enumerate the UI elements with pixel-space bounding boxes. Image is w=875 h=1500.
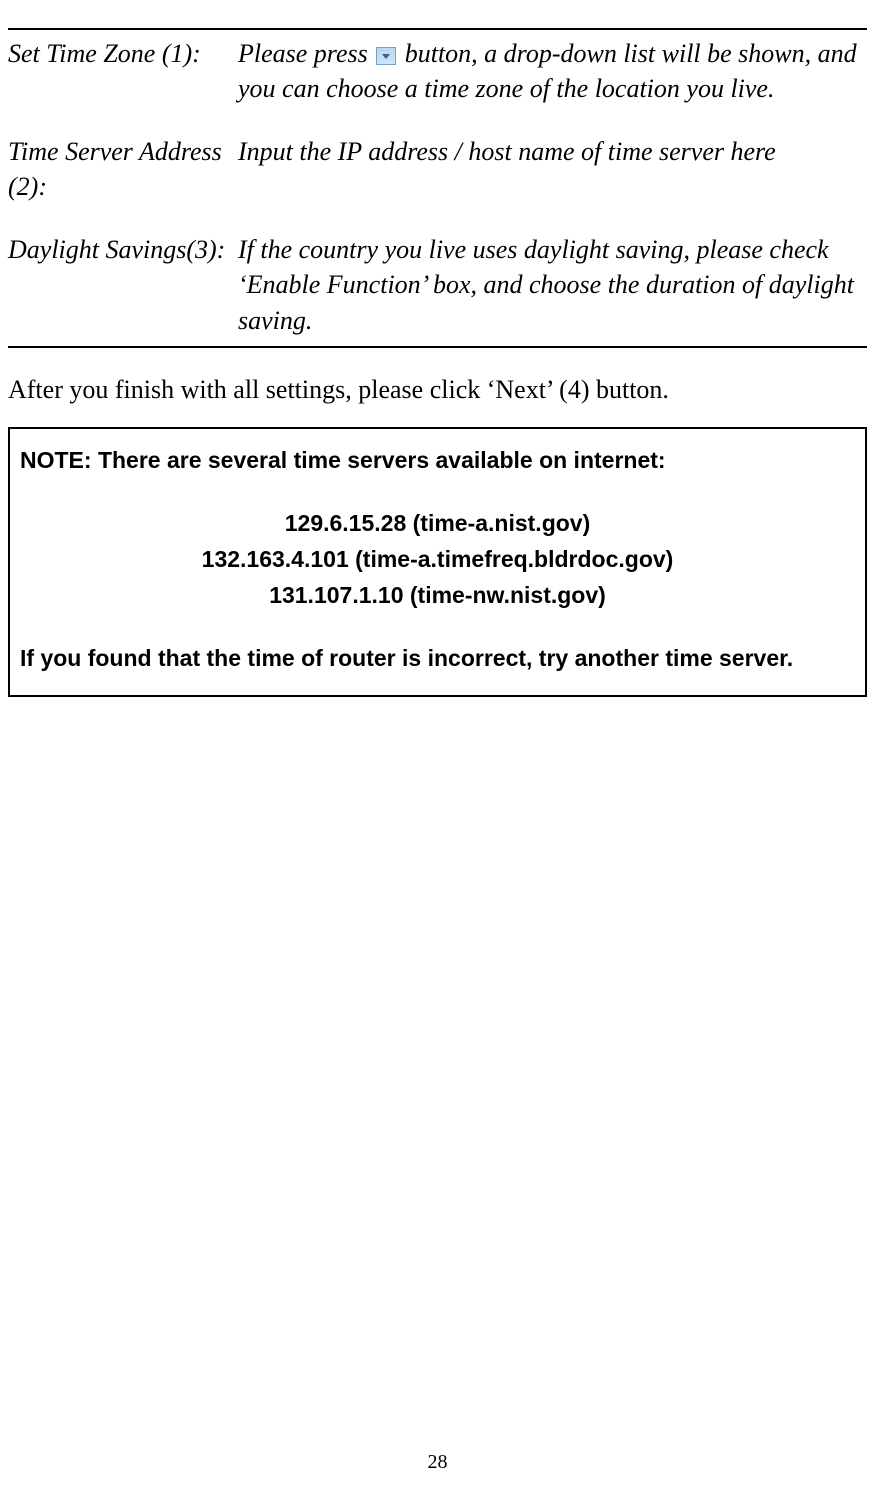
bottom-horizontal-rule bbox=[8, 346, 867, 348]
definition-row-1: Set Time Zone (1): Please press button, … bbox=[8, 36, 867, 106]
definition-desc-2: Input the IP address / host name of time… bbox=[238, 134, 867, 204]
definition-row-2: Time Server Address (2): Input the IP ad… bbox=[8, 134, 867, 204]
definition-label-2: Time Server Address (2): bbox=[8, 134, 238, 204]
page-number: 28 bbox=[0, 1451, 875, 1474]
note-box: NOTE: There are several time servers ava… bbox=[8, 427, 867, 697]
definition-desc-1-before: Please press bbox=[238, 39, 374, 68]
note-servers: 129.6.15.28 (time-a.nist.gov) 132.163.4.… bbox=[20, 506, 855, 613]
note-footer: If you found that the time of router is … bbox=[20, 641, 855, 677]
note-server-1: 129.6.15.28 (time-a.nist.gov) bbox=[20, 506, 855, 542]
definition-row-3: Daylight Savings(3): If the country you … bbox=[8, 232, 867, 337]
after-finish-text: After you finish with all settings, plea… bbox=[8, 372, 867, 407]
note-server-2: 132.163.4.101 (time-a.timefreq.bldrdoc.g… bbox=[20, 542, 855, 578]
definition-label-3: Daylight Savings(3): bbox=[8, 232, 238, 337]
definition-label-1: Set Time Zone (1): bbox=[8, 36, 238, 106]
note-server-3: 131.107.1.10 (time-nw.nist.gov) bbox=[20, 578, 855, 614]
top-horizontal-rule bbox=[8, 28, 867, 30]
definitions-section: Set Time Zone (1): Please press button, … bbox=[8, 36, 867, 338]
definition-desc-1: Please press button, a drop-down list wi… bbox=[238, 36, 867, 106]
note-heading: NOTE: There are several time servers ava… bbox=[20, 443, 855, 479]
dropdown-icon bbox=[376, 47, 396, 65]
definition-desc-3: If the country you live uses daylight sa… bbox=[238, 232, 867, 337]
